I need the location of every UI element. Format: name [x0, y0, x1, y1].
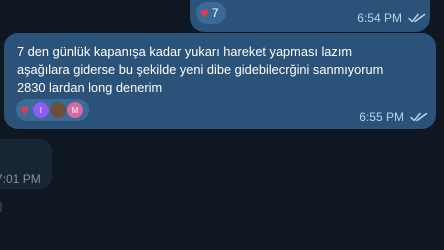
- reactor-avatar: [48, 101, 67, 119]
- heart-icon: ♥: [20, 101, 29, 119]
- reactor-avatar: I: [31, 101, 50, 119]
- message-meta: 6:54 PM: [357, 11, 426, 25]
- reaction-count: 7: [211, 6, 219, 20]
- message-time: 7:01 PM: [0, 172, 41, 186]
- double-check-icon: [410, 112, 428, 122]
- chat-area: ♥ 7 6:54 PM 7 den günlük kapanışa kadar …: [0, 0, 444, 250]
- message-time: 6:54 PM: [357, 11, 402, 25]
- heart-icon: ♥: [200, 4, 209, 22]
- partial-message-fragment: [0, 202, 2, 212]
- message-meta: 6:55 PM: [359, 110, 428, 124]
- reaction-chip[interactable]: ♥ 7: [196, 2, 226, 24]
- message-time: 6:55 PM: [359, 110, 404, 124]
- reaction-chip[interactable]: ♥ I M: [16, 99, 89, 121]
- message-text: 7 den günlük kapanışa kadar yukarı harek…: [17, 44, 384, 95]
- double-check-icon: [408, 13, 426, 23]
- reactor-avatar: M: [65, 101, 84, 119]
